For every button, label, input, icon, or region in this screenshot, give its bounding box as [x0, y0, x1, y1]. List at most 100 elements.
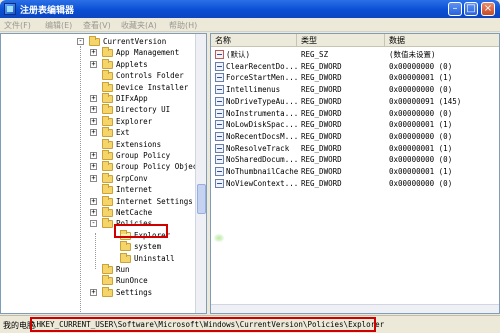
menu-edit[interactable]: 编辑(E) — [45, 20, 72, 31]
folder-icon — [102, 127, 113, 138]
tree-scrollbar[interactable] — [195, 34, 206, 313]
tree-item-label: Explorer — [116, 116, 153, 126]
column-header-name[interactable]: 名称 — [211, 34, 297, 47]
expand-icon[interactable]: + — [90, 152, 97, 159]
tree-item[interactable]: Controls Folder — [1, 70, 195, 81]
value-name: ForceStartMen... — [226, 73, 299, 83]
tree-item-label: Applets — [116, 59, 148, 69]
expand-icon[interactable]: + — [90, 174, 97, 182]
tree-item[interactable]: + Settings — [1, 286, 195, 298]
folder-icon — [102, 150, 113, 160]
tree-item[interactable]: RunOnce — [1, 275, 195, 286]
tree-item[interactable]: Internet — [1, 184, 195, 195]
selected-key-highlight — [114, 224, 168, 238]
tree-item[interactable]: Device Installer — [1, 81, 195, 93]
folder-icon — [102, 93, 113, 103]
value-name: NoDriveTypeAu... — [226, 96, 299, 106]
value-row[interactable]: Intellimenus REG_DWORD 0x00000000 (0) — [211, 84, 499, 95]
menu-favorites[interactable]: 收藏夹(A) — [121, 20, 157, 31]
title-bar[interactable]: 注册表编辑器 – □ × — [0, 0, 500, 18]
value-data: 0x00000000 (0) — [389, 178, 453, 188]
tree-item[interactable]: + NetCache — [1, 207, 195, 218]
menu-view[interactable]: 查看(V) — [83, 20, 111, 31]
menu-help[interactable]: 帮助(H) — [169, 20, 197, 31]
tree-item[interactable]: + Group Policy — [1, 150, 195, 161]
value-name: NoSharedDocum... — [226, 155, 299, 165]
menu-bar: 文件(F) 编辑(E) 查看(V) 收藏夹(A) 帮助(H) — [0, 18, 500, 32]
list-scrollbar[interactable] — [211, 304, 499, 313]
expand-icon[interactable]: + — [90, 163, 97, 171]
expand-icon[interactable]: + — [90, 95, 97, 102]
value-data: 0x00000000 (0) — [389, 155, 453, 165]
regedit-icon — [4, 3, 16, 15]
value-type: REG_DWORD — [301, 167, 342, 176]
tree-item[interactable]: Run — [1, 264, 195, 275]
tree-item[interactable]: + DIFxApp — [1, 93, 195, 104]
column-header-type[interactable]: 类型 — [297, 34, 385, 47]
expand-icon[interactable]: + — [90, 49, 97, 57]
tree-item[interactable]: + App Management — [1, 47, 195, 58]
value-row[interactable]: NoInstrumenta... REG_DWORD 0x00000000 (0) — [211, 108, 499, 119]
expand-icon[interactable]: + — [90, 129, 97, 137]
tree-item-label: system — [134, 242, 162, 252]
maximize-button[interactable]: □ — [464, 2, 478, 16]
tree-item-label: RunOnce — [116, 276, 148, 286]
collapse-icon[interactable]: - — [77, 38, 84, 45]
value-row[interactable]: NoLowDiskSpac... REG_DWORD 0x00000001 (1) — [211, 119, 499, 130]
value-row[interactable]: (默认) REG_SZ (数值未设置) — [211, 49, 499, 60]
value-row[interactable]: NoRecentDocsM... REG_DWORD 0x00000000 (0) — [211, 131, 499, 142]
tree-scroll-thumb[interactable] — [197, 184, 206, 214]
tree-item[interactable]: + Applets — [1, 58, 195, 70]
expand-icon[interactable]: + — [90, 288, 97, 296]
folder-icon — [120, 241, 131, 252]
tree-item-label: NetCache — [116, 208, 153, 217]
tree-item[interactable]: + Group Policy Objec — [1, 161, 197, 172]
close-button[interactable]: × — [481, 2, 495, 16]
values-list-pane[interactable]: 名称 类型 数据 (默认) REG_SZ (数值未设置) ClearRecentDo.… — [210, 33, 500, 314]
binary-value-icon — [215, 73, 224, 83]
folder-icon — [102, 47, 113, 58]
folder-icon — [102, 161, 113, 172]
tree-item[interactable]: + GrpConv — [1, 172, 195, 184]
tree-item[interactable]: - CurrentVersion — [1, 36, 195, 47]
value-type: REG_DWORD — [301, 143, 342, 153]
folder-icon — [102, 184, 113, 195]
binary-value-icon — [215, 108, 224, 118]
tree-item[interactable]: + Directory UI — [1, 104, 195, 115]
expand-icon[interactable]: + — [90, 209, 97, 216]
value-type: REG_DWORD — [301, 120, 342, 130]
tree-item[interactable]: + Explorer — [1, 115, 195, 127]
value-row[interactable]: NoThumbnailCache REG_DWORD 0x00000001 (1) — [211, 166, 499, 177]
value-data: 0x00000000 (0) — [389, 131, 453, 141]
expand-icon[interactable]: + — [90, 197, 97, 205]
tree-item[interactable]: + Ext — [1, 127, 195, 138]
value-type: REG_SZ — [301, 50, 329, 59]
value-row[interactable]: NoDriveTypeAu... REG_DWORD 0x00000091 (145… — [211, 96, 499, 107]
tree-item[interactable]: system — [1, 241, 195, 252]
value-row[interactable]: ClearRecentDo... REG_DWORD 0x00000000 (0) — [211, 61, 499, 72]
minimize-button[interactable]: – — [448, 2, 462, 16]
expand-icon[interactable]: + — [90, 106, 97, 114]
binary-value-icon — [215, 143, 224, 153]
value-name: NoRecentDocsM... — [226, 131, 299, 141]
tree-item[interactable]: Uninstall — [1, 252, 195, 264]
tree-item[interactable]: + Internet Settings — [1, 195, 195, 207]
string-value-icon — [215, 50, 224, 59]
folder-icon — [102, 207, 113, 217]
binary-value-icon — [215, 120, 224, 130]
tree-item-label: Internet Settings — [116, 196, 193, 206]
collapse-icon[interactable]: - — [90, 220, 97, 228]
expand-icon[interactable]: + — [90, 117, 97, 125]
key-tree-pane[interactable]: - CurrentVersion + App Management + Applets Co… — [0, 33, 207, 314]
menu-file[interactable]: 文件(F) — [4, 20, 31, 31]
expand-icon[interactable]: + — [90, 60, 97, 68]
value-row[interactable]: NoViewContext... REG_DWORD 0x00000000 (0) — [211, 178, 499, 189]
column-header-data[interactable]: 数据 — [385, 34, 499, 47]
value-name: NoLowDiskSpac... — [226, 120, 299, 130]
tree-item[interactable]: Extensions — [1, 138, 195, 150]
tree-item-label: Settings — [116, 287, 153, 297]
value-type: REG_DWORD — [301, 178, 342, 188]
value-row[interactable]: NoSharedDocum... REG_DWORD 0x00000000 (0) — [211, 154, 499, 165]
value-row[interactable]: ForceStartMen... REG_DWORD 0x00000001 (1) — [211, 72, 499, 83]
value-row[interactable]: NoResolveTrack REG_DWORD 0x00000001 (1) — [211, 143, 499, 154]
